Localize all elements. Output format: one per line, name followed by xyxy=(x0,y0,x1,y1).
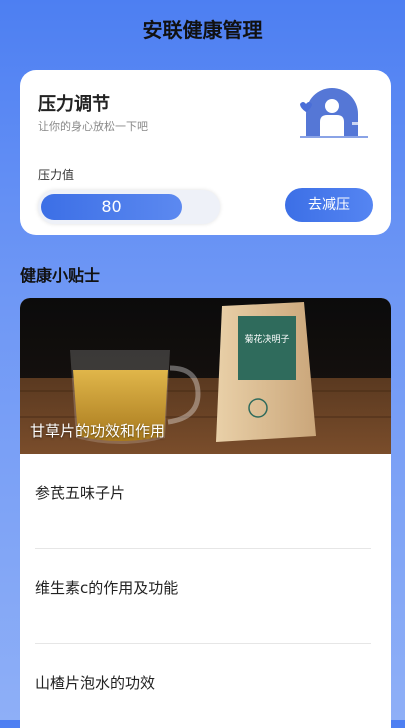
reduce-stress-button[interactable]: 去减压 xyxy=(285,188,373,222)
health-tips-title: 健康小贴士 xyxy=(20,266,101,285)
health-tips-list: 菊花决明子 甘草片的功效和作用 参芪五味子片 维生素c的作用及功能 山楂片泡水的… xyxy=(20,298,391,728)
stress-value-label: 压力值 xyxy=(38,168,75,182)
stress-card-title: 压力调节 xyxy=(38,94,110,115)
featured-tip-caption: 甘草片的功效和作用 xyxy=(30,422,166,440)
stress-level-bar: 80 xyxy=(38,190,220,224)
app-title: 安联健康管理 xyxy=(142,18,263,42)
list-item[interactable]: 参芪五味子片 xyxy=(35,454,371,549)
meditation-illustration-icon xyxy=(300,88,368,138)
stress-card: 压力调节 让你的身心放松一下吧 压力值 80 去减压 xyxy=(20,70,391,235)
stress-card-subtitle: 让你的身心放松一下吧 xyxy=(38,120,148,133)
list-item-title: 维生素c的作用及功能 xyxy=(35,579,179,597)
list-item-title: 参芪五味子片 xyxy=(35,484,126,502)
featured-tip[interactable]: 菊花决明子 甘草片的功效和作用 xyxy=(20,298,391,454)
product-package-label: 菊花决明子 xyxy=(244,333,289,345)
list-item[interactable]: 维生素c的作用及功能 xyxy=(35,549,371,644)
stress-level-value: 80 xyxy=(41,194,182,220)
list-item[interactable]: 山楂片泡水的功效 xyxy=(35,644,371,728)
list-item-title: 山楂片泡水的功效 xyxy=(35,674,156,692)
